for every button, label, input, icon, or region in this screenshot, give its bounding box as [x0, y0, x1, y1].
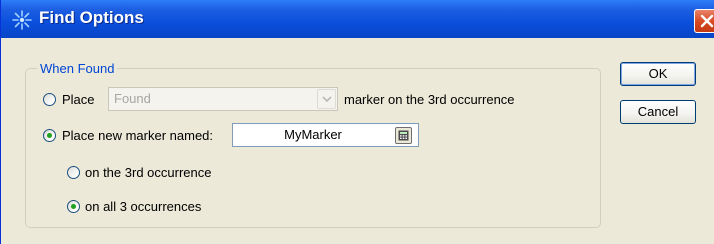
marker-name-value: MyMarker [284, 127, 342, 142]
third-occurrence-label[interactable]: on the 3rd occurrence [85, 165, 211, 181]
ok-button[interactable]: OK [620, 62, 696, 86]
place-radio[interactable] [43, 93, 56, 106]
place-new-marker-label[interactable]: Place new marker named: [62, 128, 213, 144]
marker-combo-value: Found [114, 91, 151, 106]
agilent-spark-icon [11, 9, 33, 31]
all-occurrences-label[interactable]: on all 3 occurrences [85, 199, 201, 215]
calculator-button[interactable] [395, 127, 412, 144]
third-occurrence-radio[interactable] [67, 166, 80, 179]
marker-combo[interactable]: Found [108, 87, 338, 111]
all-occurrences-radio[interactable] [67, 200, 80, 213]
close-button[interactable] [694, 9, 714, 33]
place-suffix-label: marker on the 3rd occurrence [344, 92, 515, 107]
place-new-marker-radio[interactable] [43, 129, 56, 142]
find-options-dialog: Find Options When Found Place Found mark… [0, 0, 714, 244]
marker-name-input[interactable]: MyMarker [232, 123, 419, 147]
title-bar[interactable]: Find Options [1, 0, 714, 38]
combo-dropdown-button[interactable] [317, 89, 336, 109]
when-found-legend: When Found [37, 61, 118, 77]
cancel-button[interactable]: Cancel [620, 100, 696, 124]
chevron-down-icon [322, 96, 332, 103]
dialog-title: Find Options [39, 8, 144, 27]
place-radio-label[interactable]: Place [62, 92, 95, 108]
